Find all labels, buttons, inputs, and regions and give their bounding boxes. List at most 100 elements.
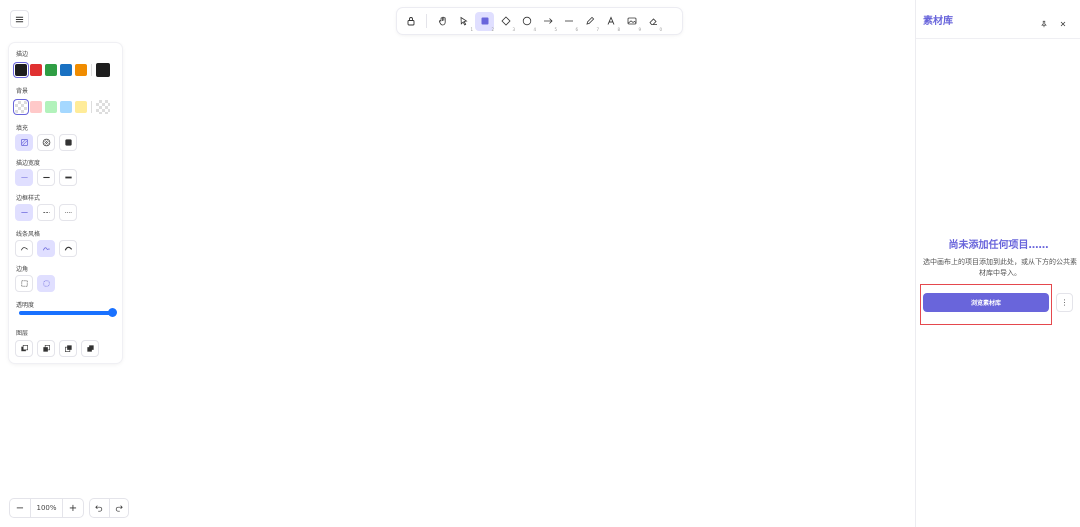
stroke-style-dotted[interactable]	[59, 204, 77, 221]
send-to-back-button[interactable]	[15, 340, 33, 357]
pointer-icon	[460, 16, 468, 26]
stroke-swatch-orange[interactable]	[75, 64, 87, 76]
bring-forward-button[interactable]	[59, 340, 77, 357]
sharp-corner-icon	[20, 280, 28, 287]
round-corner-icon	[42, 280, 50, 287]
fill-crosshatch-option[interactable]	[37, 134, 55, 151]
redo-icon	[115, 505, 123, 512]
shortcut-number: 7	[596, 26, 599, 32]
stroke-swatch-green[interactable]	[45, 64, 57, 76]
stroke-color-row	[15, 63, 113, 77]
eraser-icon	[648, 18, 657, 25]
diamond-tool[interactable]: 3	[496, 12, 515, 32]
shortcut-number: 3	[512, 26, 515, 32]
send-to-back-icon	[20, 345, 28, 352]
sloppiness-row	[15, 240, 81, 257]
stroke-style-solid[interactable]	[15, 204, 33, 221]
stroke-swatch-black[interactable]	[15, 64, 27, 76]
stroke-style-row	[15, 204, 81, 221]
highlight-annotation-box	[920, 284, 1052, 325]
sloppiness-architect[interactable]	[15, 240, 33, 257]
hamburger-icon	[15, 16, 24, 22]
library-empty-title: 尚未添加任何项目……	[948, 240, 1049, 251]
edges-round[interactable]	[37, 275, 55, 292]
stroke-swatch-blue[interactable]	[60, 64, 72, 76]
zoom-out-button[interactable]: −	[10, 499, 30, 517]
sloppiness-cartoonist[interactable]	[59, 240, 77, 257]
library-empty-description: 选中画布上的项目添加到此处，或从下方的公共素材库中导入。	[923, 258, 1077, 277]
bg-swatch-green[interactable]	[45, 101, 57, 113]
shortcut-number: 1	[470, 26, 473, 32]
redo-button[interactable]	[108, 499, 129, 517]
fill-solid-option[interactable]	[59, 134, 77, 151]
bring-forward-icon	[64, 345, 72, 352]
opacity-slider-track[interactable]	[19, 311, 115, 315]
dashed-line-icon	[42, 212, 50, 213]
eraser-tool[interactable]: 0	[643, 12, 662, 32]
shortcut-number: 2	[491, 26, 494, 32]
extra-bold-line-icon	[64, 176, 72, 179]
stroke-current-color[interactable]	[96, 63, 110, 77]
swatch-separator	[91, 64, 92, 76]
main-menu-button[interactable]	[10, 10, 29, 28]
bg-swatch-transparent[interactable]	[15, 101, 27, 113]
opacity-slider-thumb[interactable]	[108, 308, 117, 317]
line-tool[interactable]: 6	[559, 12, 578, 32]
send-backward-button[interactable]	[37, 340, 55, 357]
shortcut-number: 4	[533, 26, 536, 32]
image-tool[interactable]: 9	[622, 12, 641, 32]
background-color-row	[15, 100, 113, 114]
properties-panel: 描边 背景 填充 描边宽度 边框样式 线条风格 边角 透明度 图层	[9, 43, 122, 363]
bring-to-front-button[interactable]	[81, 340, 99, 357]
bg-current-color[interactable]	[96, 100, 110, 114]
bg-swatch-yellow[interactable]	[75, 101, 87, 113]
swatch-separator	[91, 101, 92, 113]
stroke-width-extra-bold[interactable]	[59, 169, 77, 186]
hand-tool[interactable]	[433, 12, 452, 31]
bg-swatch-pink[interactable]	[30, 101, 42, 113]
stroke-label: 描边	[16, 51, 29, 58]
zoom-in-button[interactable]: +	[63, 499, 83, 517]
select-tool[interactable]: 1	[454, 12, 473, 32]
close-icon	[1060, 21, 1066, 27]
stroke-width-label: 描边宽度	[16, 160, 41, 167]
undo-icon	[95, 505, 103, 512]
shortcut-number: 6	[575, 26, 578, 32]
fill-label: 填充	[16, 125, 29, 132]
close-library-button[interactable]	[1059, 13, 1067, 32]
pin-button[interactable]	[1040, 13, 1048, 32]
corner-mark: ’	[0, 0, 3, 6]
library-title: 素材库	[923, 16, 953, 27]
stroke-swatch-red[interactable]	[30, 64, 42, 76]
pin-icon	[1041, 20, 1047, 28]
library-more-button[interactable]: ⋮	[1056, 293, 1073, 312]
stroke-width-row	[15, 169, 81, 186]
lock-tool[interactable]	[401, 12, 420, 31]
zoom-reset-button[interactable]: 100%	[30, 499, 63, 517]
dotted-line-icon	[64, 212, 72, 213]
shapes-toolbar: 1 2 3 4 5 6 7 8 9 0	[397, 8, 682, 34]
bg-swatch-blue[interactable]	[60, 101, 72, 113]
stroke-style-label: 边框样式	[16, 195, 41, 202]
sloppiness-artist[interactable]	[37, 240, 55, 257]
library-divider	[916, 38, 1080, 39]
text-tool[interactable]: 8	[601, 12, 620, 32]
ellipse-icon	[522, 16, 531, 26]
sloppiness-label: 线条风格	[16, 231, 41, 238]
line-icon	[564, 20, 573, 22]
stroke-width-thin[interactable]	[15, 169, 33, 186]
undo-button[interactable]	[90, 499, 109, 517]
toolbar-separator	[426, 14, 427, 28]
architect-curve-icon	[20, 247, 28, 251]
solid-fill-icon	[64, 139, 72, 146]
stroke-width-bold[interactable]	[37, 169, 55, 186]
ellipse-tool[interactable]: 4	[517, 12, 536, 32]
shortcut-number: 9	[638, 26, 641, 32]
arrow-tool[interactable]: 5	[538, 12, 557, 32]
edges-sharp[interactable]	[15, 275, 33, 292]
fill-hachure-option[interactable]	[15, 134, 33, 151]
pencil-tool[interactable]: 7	[580, 12, 599, 32]
stroke-style-dashed[interactable]	[37, 204, 55, 221]
artist-curve-icon	[42, 247, 50, 251]
rectangle-tool[interactable]: 2	[475, 11, 494, 32]
